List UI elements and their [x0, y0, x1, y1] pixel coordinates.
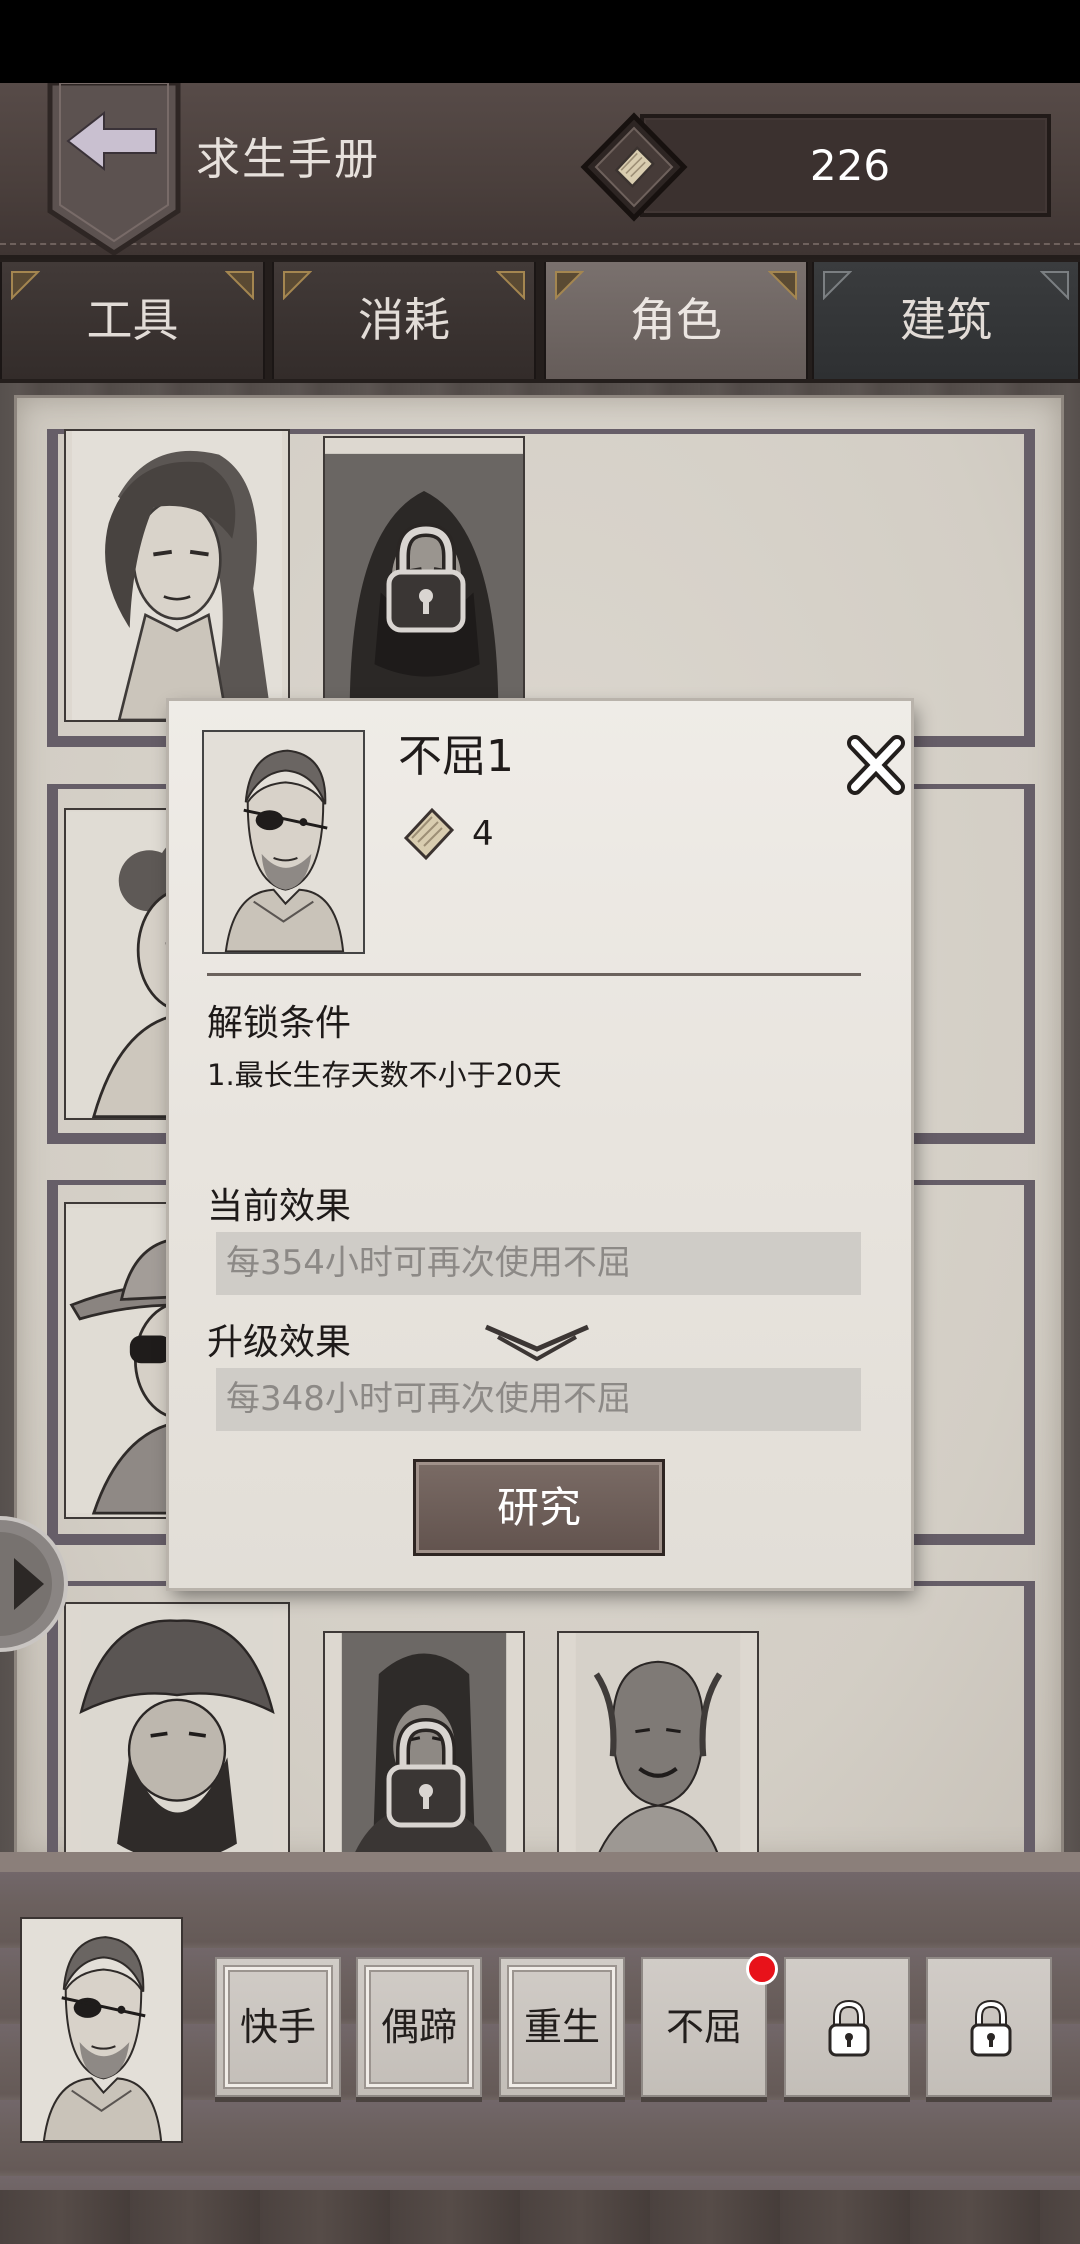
- skill-slot-quick-hands[interactable]: 快手: [215, 1957, 341, 2097]
- tab-label: 角色: [630, 293, 722, 347]
- lock-icon: [968, 1999, 1014, 2059]
- skill-label: 重生: [523, 2005, 600, 2049]
- current-effect-value: 每354小时可再次使用不屈: [216, 1232, 861, 1295]
- manual-page-icon: [398, 804, 458, 864]
- close-icon: [847, 735, 905, 795]
- selected-character-portrait[interactable]: [20, 1917, 183, 2143]
- lock-icon: [826, 1999, 872, 2059]
- page-title: 求生手册: [196, 134, 380, 185]
- skill-slot-locked[interactable]: [784, 1957, 910, 2097]
- tab-label: 工具: [86, 293, 179, 347]
- manual-page-icon: [580, 112, 688, 222]
- side-expand-button[interactable]: [0, 1514, 70, 1654]
- tab-label: 消耗: [358, 293, 450, 347]
- character-portrait: [66, 1604, 288, 1860]
- close-button[interactable]: [845, 733, 907, 797]
- character-portrait: [204, 732, 363, 952]
- back-button[interactable]: [46, 80, 182, 256]
- skill-slot-hoof[interactable]: 偶蹄: [356, 1957, 482, 2097]
- tab-characters[interactable]: 角色: [544, 262, 808, 379]
- skill-bar-footer: [0, 2190, 1080, 2244]
- tab-bar: 工具 消耗 角色 建筑: [0, 259, 1080, 383]
- tab-tools[interactable]: 工具: [0, 262, 265, 379]
- lock-icon: [383, 1717, 469, 1831]
- character-card[interactable]: [64, 1602, 290, 1862]
- skill-slot-locked[interactable]: [926, 1957, 1052, 2097]
- chevron-down-icon: [485, 1324, 589, 1362]
- skill-portrait: [202, 730, 365, 954]
- tab-label: 建筑: [900, 293, 992, 347]
- upgrade-effect-title: 升级效果: [207, 1322, 352, 1363]
- character-portrait: [22, 1919, 181, 2141]
- unlock-condition: 1.最长生存天数不小于20天: [207, 1058, 562, 1092]
- corner-ornament-icon: [283, 271, 312, 300]
- skill-label: 不屈: [665, 2005, 742, 2049]
- character-card[interactable]: [64, 429, 290, 722]
- unlock-conditions-title: 解锁条件: [207, 1003, 352, 1044]
- corner-ornament-icon: [555, 271, 584, 300]
- skill-label: 快手: [239, 2005, 316, 2049]
- research-cost: 4: [472, 814, 494, 854]
- corner-ornament-icon: [768, 271, 797, 300]
- lock-icon: [383, 522, 469, 636]
- corner-ornament-icon: [496, 271, 525, 300]
- character-portrait: [559, 1633, 757, 1859]
- current-effect-title: 当前效果: [207, 1186, 352, 1227]
- skill-name: 不屈1: [398, 731, 514, 782]
- skill-detail-dialog: 不屈1 4 解锁条件 1.最长生存天数不小于20天 当前效果 每354小时可再次…: [169, 701, 911, 1588]
- back-arrow-icon: [47, 80, 181, 256]
- corner-ornament-icon: [1040, 271, 1069, 300]
- character-card-locked[interactable]: [323, 1631, 525, 1861]
- skill-label: 偶蹄: [380, 2005, 457, 2049]
- research-button[interactable]: 研究: [413, 1459, 665, 1556]
- character-card-locked[interactable]: [323, 436, 525, 744]
- status-bar: [0, 0, 1080, 83]
- character-portrait: [66, 431, 288, 720]
- upgrade-effect-value: 每348小时可再次使用不屈: [216, 1368, 861, 1431]
- corner-ornament-icon: [11, 271, 40, 300]
- corner-ornament-icon: [225, 271, 254, 300]
- corner-ornament-icon: [823, 271, 852, 300]
- arrow-right-icon: [0, 1516, 68, 1652]
- tab-buildings[interactable]: 建筑: [812, 262, 1080, 379]
- tab-consumables[interactable]: 消耗: [272, 262, 536, 379]
- character-card[interactable]: [557, 1631, 759, 1861]
- notification-dot: [746, 1953, 778, 1985]
- divider: [207, 973, 861, 976]
- skill-slot-rebirth[interactable]: 重生: [499, 1957, 625, 2097]
- currency-value: 226: [809, 141, 891, 190]
